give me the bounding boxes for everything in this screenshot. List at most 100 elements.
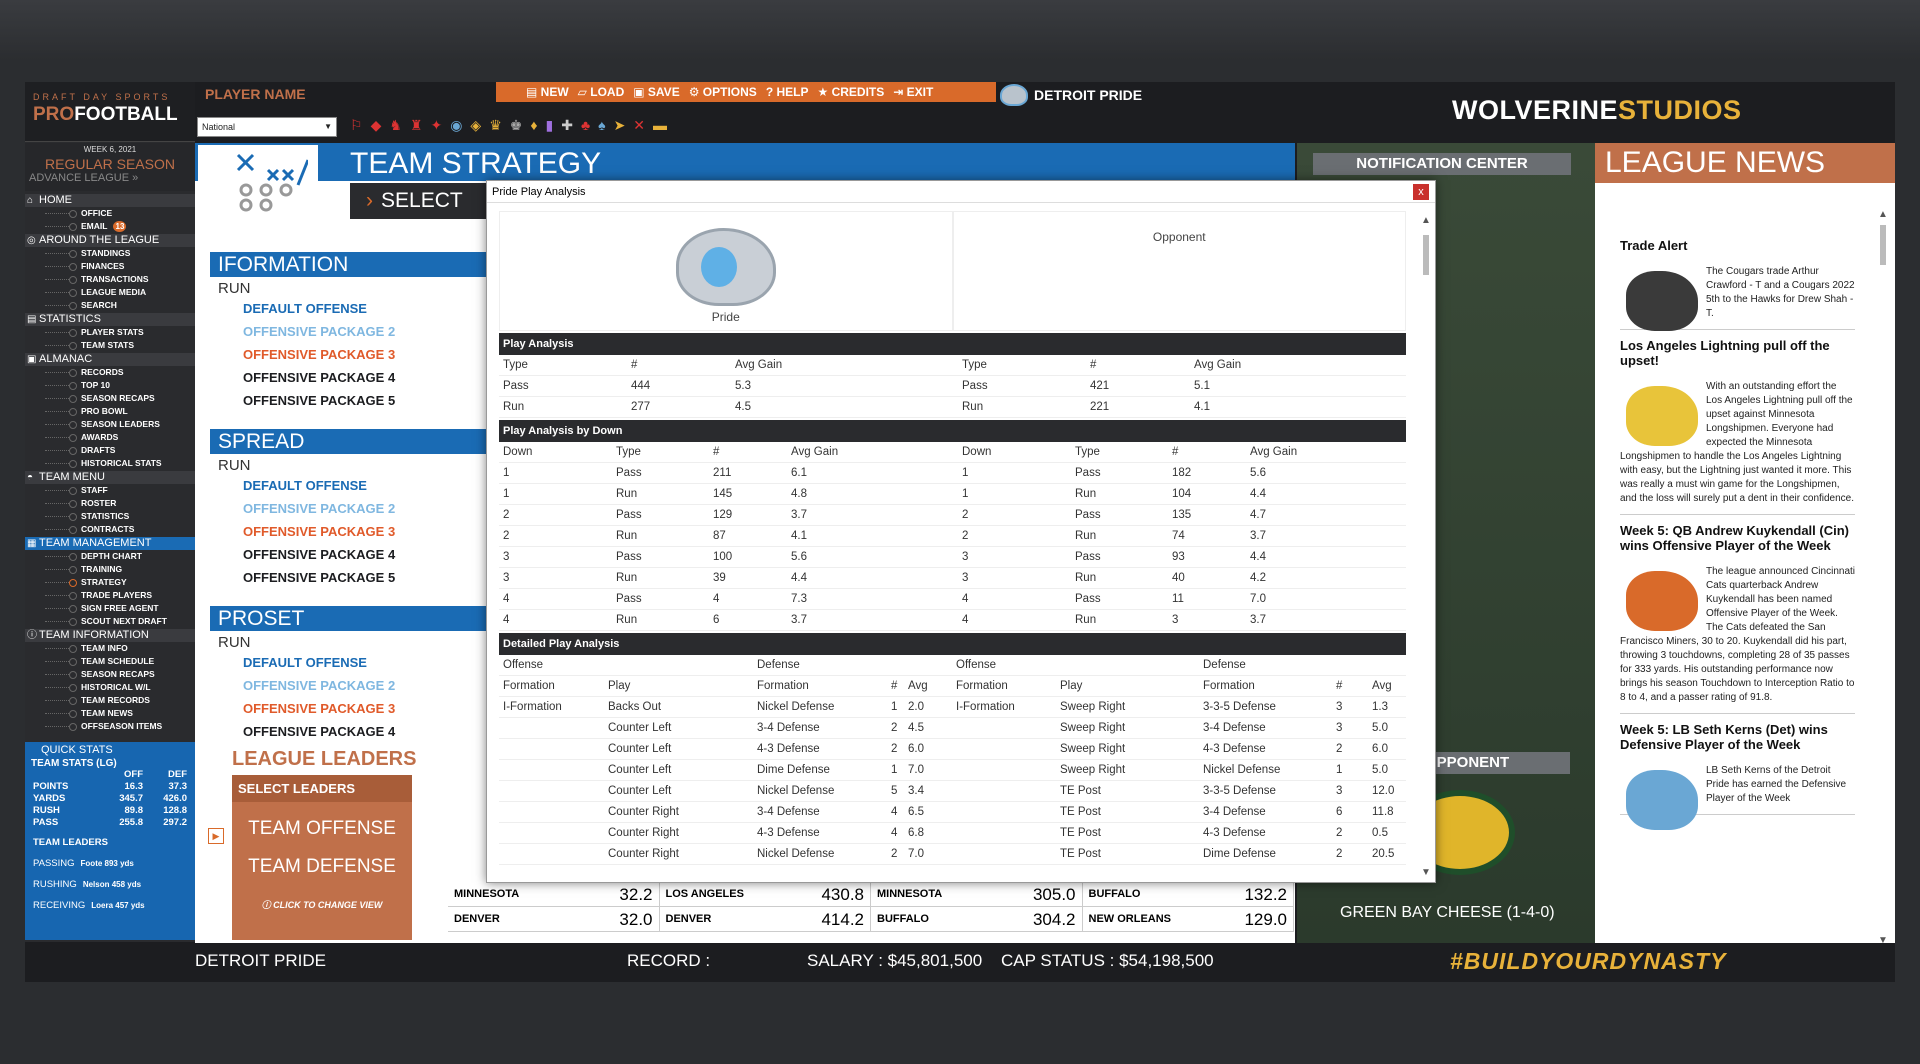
nav-item-scout-next-draft[interactable]: SCOUT NEXT DRAFT <box>25 615 195 628</box>
menu-help[interactable]: ? HELP <box>766 85 809 99</box>
nav-section-almanac[interactable]: ▣ALMANAC <box>25 353 195 366</box>
offense-package-option[interactable]: OFFENSIVE PACKAGE 4 <box>210 720 510 743</box>
offense-package-option[interactable]: OFFENSIVE PACKAGE 2 <box>210 320 510 343</box>
team-logo-icon[interactable]: ♞ <box>389 117 402 134</box>
offense-package-option[interactable]: OFFENSIVE PACKAGE 5 <box>210 566 510 589</box>
notification-center-tab[interactable]: NOTIFICATION CENTER <box>1313 153 1571 175</box>
menu-load[interactable]: ▱ LOAD <box>578 85 625 99</box>
nav-item-contracts[interactable]: CONTRACTS <box>25 523 195 536</box>
select-formation-button[interactable]: SELECT <box>350 183 500 219</box>
offense-package-option[interactable]: DEFAULT OFFENSE <box>210 297 510 320</box>
nav-item-drafts[interactable]: DRAFTS <box>25 444 195 457</box>
menu-save[interactable]: ▣ SAVE <box>633 85 679 99</box>
nav-section-statistics[interactable]: ▤STATISTICS <box>25 313 195 326</box>
dialog-scrollbar[interactable]: ▲▼ <box>1419 211 1433 879</box>
menu-credits[interactable]: ★ CREDITS <box>818 85 885 99</box>
offense-package-option[interactable]: OFFENSIVE PACKAGE 4 <box>210 543 510 566</box>
nav-item-player-stats[interactable]: PLAYER STATS <box>25 326 195 339</box>
nav-item-awards[interactable]: AWARDS <box>25 431 195 444</box>
nav-item-team-schedule[interactable]: TEAM SCHEDULE <box>25 655 195 668</box>
news-item[interactable]: Week 5: QB Andrew Kuykendall (Cin) wins … <box>1620 523 1855 714</box>
team-defense-option[interactable]: TEAM DEFENSE <box>232 856 412 878</box>
nav-item-offseason-items[interactable]: OFFSEASON ITEMS <box>25 720 195 733</box>
nav-item-records[interactable]: RECORDS <box>25 366 195 379</box>
nav-item-roster[interactable]: ROSTER <box>25 497 195 510</box>
conference-select[interactable]: National▼ <box>197 117 337 137</box>
team-logo-icon[interactable]: ◆ <box>371 117 382 134</box>
team-offense-option[interactable]: TEAM OFFENSE <box>232 818 412 840</box>
team-logo-icon[interactable]: ▬ <box>653 117 667 134</box>
team-logo-icon[interactable]: ▮ <box>545 117 553 134</box>
team-logo-icon[interactable]: ♦ <box>530 117 537 134</box>
offense-package-option[interactable]: DEFAULT OFFENSE <box>210 474 510 497</box>
nav-item-historical-w-l[interactable]: HISTORICAL W/L <box>25 681 195 694</box>
team-logo-icon[interactable]: ◉ <box>450 117 462 134</box>
nav-item-historical-stats[interactable]: HISTORICAL STATS <box>25 457 195 470</box>
team-logo-icon[interactable]: ♚ <box>510 117 523 134</box>
play-arrow-icon[interactable]: ▶ <box>208 828 224 844</box>
nav-item-office[interactable]: OFFICE <box>25 207 195 220</box>
nav-section-team-management[interactable]: ▦TEAM MANAGEMENT <box>25 537 195 550</box>
nav-item-season-recaps[interactable]: SEASON RECAPS <box>25 392 195 405</box>
nav-item-team-news[interactable]: TEAM NEWS <box>25 707 195 720</box>
change-view-button[interactable]: ⓘ CLICK TO CHANGE VIEW <box>232 898 412 911</box>
nav-item-season-recaps[interactable]: SEASON RECAPS <box>25 668 195 681</box>
menu-exit[interactable]: ⇥ EXIT <box>893 85 933 99</box>
news-title[interactable]: Week 5: QB Andrew Kuykendall (Cin) wins … <box>1620 523 1855 553</box>
team-logo-icon[interactable]: ✚ <box>561 117 573 134</box>
team-logo-icon[interactable]: ♣ <box>581 117 590 134</box>
team-logo-icon[interactable]: ✕ <box>633 117 645 134</box>
nav-item-team-info[interactable]: TEAM INFO <box>25 642 195 655</box>
nav-item-standings[interactable]: STANDINGS <box>25 247 195 260</box>
nav-item-statistics[interactable]: STATISTICS <box>25 510 195 523</box>
nav-item-team-records[interactable]: TEAM RECORDS <box>25 694 195 707</box>
nav-item-strategy[interactable]: STRATEGY <box>25 576 195 589</box>
advance-league-button[interactable]: ADVANCE LEAGUE » <box>25 172 195 184</box>
offense-package-option[interactable]: OFFENSIVE PACKAGE 3 <box>210 697 510 720</box>
team-logo-icon[interactable]: ⚐ <box>350 117 363 134</box>
offense-package-option[interactable]: OFFENSIVE PACKAGE 5 <box>210 389 510 412</box>
formation-header[interactable]: IFORMATION <box>210 252 510 277</box>
nav-item-season-leaders[interactable]: SEASON LEADERS <box>25 418 195 431</box>
offense-package-option[interactable]: OFFENSIVE PACKAGE 2 <box>210 674 510 697</box>
current-team-header[interactable]: DETROIT PRIDE <box>1000 84 1142 106</box>
nav-item-sign-free-agent[interactable]: SIGN FREE AGENT <box>25 602 195 615</box>
nav-item-finances[interactable]: FINANCES <box>25 260 195 273</box>
team-logo-icon[interactable]: ◈ <box>470 117 481 134</box>
formation-header[interactable]: PROSET <box>210 606 510 631</box>
team-logo-icon[interactable]: ♜ <box>410 117 423 134</box>
formation-header[interactable]: SPREAD <box>210 429 510 454</box>
menu-options[interactable]: ⚙ OPTIONS <box>689 85 757 99</box>
nav-item-transactions[interactable]: TRANSACTIONS <box>25 273 195 286</box>
offense-package-option[interactable]: OFFENSIVE PACKAGE 3 <box>210 343 510 366</box>
offense-package-option[interactable]: OFFENSIVE PACKAGE 3 <box>210 520 510 543</box>
nav-item-staff[interactable]: STAFF <box>25 484 195 497</box>
nav-section-team-menu[interactable]: ◓TEAM MENU <box>25 471 195 484</box>
team-logo-icon[interactable]: ♠ <box>598 117 605 134</box>
nav-item-email[interactable]: EMAIL13 <box>25 220 195 233</box>
menu-new[interactable]: ▤ NEW <box>526 85 569 99</box>
nav-item-league-media[interactable]: LEAGUE MEDIA <box>25 286 195 299</box>
offense-package-option[interactable]: OFFENSIVE PACKAGE 4 <box>210 366 510 389</box>
news-item[interactable]: Los Angeles Lightning pull off the upset… <box>1620 338 1855 515</box>
nav-item-top-10[interactable]: TOP 10 <box>25 379 195 392</box>
nav-section-around-the-league[interactable]: ◎AROUND THE LEAGUE <box>25 234 195 247</box>
team-logo-icon[interactable]: ✦ <box>430 117 442 134</box>
quick-stats-title[interactable]: QUICK STATS <box>25 744 195 756</box>
offense-package-option[interactable]: OFFENSIVE PACKAGE 2 <box>210 497 510 520</box>
nav-item-pro-bowl[interactable]: PRO BOWL <box>25 405 195 418</box>
team-logo-icon[interactable]: ♛ <box>489 117 502 134</box>
close-icon[interactable]: x <box>1413 184 1429 200</box>
news-scrollbar[interactable]: ▲▼ <box>1876 205 1890 945</box>
nav-section-team-information[interactable]: ⓘTEAM INFORMATION <box>25 629 195 642</box>
nav-item-training[interactable]: TRAINING <box>25 563 195 576</box>
nav-item-trade-players[interactable]: TRADE PLAYERS <box>25 589 195 602</box>
team-logo-icon[interactable]: ➤ <box>614 117 626 134</box>
news-title[interactable]: Week 5: LB Seth Kerns (Det) wins Defensi… <box>1620 722 1855 752</box>
news-item[interactable]: Week 5: LB Seth Kerns (Det) wins Defensi… <box>1620 722 1855 815</box>
nav-item-team-stats[interactable]: TEAM STATS <box>25 339 195 352</box>
nav-item-search[interactable]: SEARCH <box>25 299 195 312</box>
nav-section-home[interactable]: ⌂HOME <box>25 194 195 207</box>
offense-package-option[interactable]: DEFAULT OFFENSE <box>210 651 510 674</box>
news-title[interactable]: Trade Alert <box>1620 238 1855 253</box>
